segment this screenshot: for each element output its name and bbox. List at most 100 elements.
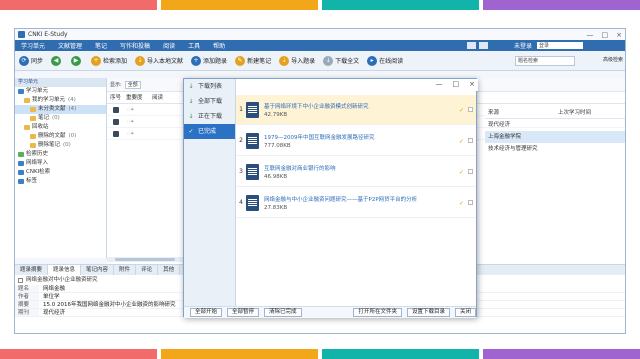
- detail-tab-4[interactable]: 评论: [136, 265, 159, 275]
- bottom-color-stripe: [0, 349, 640, 359]
- select-checkbox[interactable]: [468, 200, 473, 205]
- table-row-right[interactable]: 上海金融学院: [485, 131, 625, 143]
- sidebar-item[interactable]: 未分类文献 (4): [15, 105, 106, 114]
- footer-button-right-1[interactable]: 设置下载目录: [406, 308, 450, 317]
- sidebar-item[interactable]: 检索历史: [15, 150, 106, 159]
- menu-item-writing[interactable]: 写作和投稿: [120, 41, 150, 50]
- select-checkbox[interactable]: [468, 138, 473, 143]
- footer-button-left-1[interactable]: 全部暂停: [227, 308, 260, 317]
- sidebar: 学习单元 学习单元 我的学习单元 (4) 未分类文献 (4) 笔记 (0) 回收站 删除的文献(…: [15, 78, 107, 258]
- toolbar-button-4[interactable]: ↓ 导入本地文献: [135, 55, 183, 66]
- sidebar-item[interactable]: 网络导入: [15, 159, 106, 168]
- field-value[interactable]: 网络金融: [39, 285, 65, 292]
- select-checkbox[interactable]: [468, 169, 473, 174]
- toolbar-button-1[interactable]: ◀: [51, 55, 63, 66]
- field-value[interactable]: 单位学: [39, 293, 60, 300]
- detail-tab-5[interactable]: 其他: [158, 265, 181, 275]
- toolbar-button-7[interactable]: ⇣ 导入题录: [279, 55, 316, 66]
- right-columns-header: 来源 上次学习时间: [485, 107, 625, 119]
- menu-item-read[interactable]: 阅读: [163, 41, 175, 50]
- dialog-controls: — □ ×: [436, 80, 476, 88]
- scroll-thumb[interactable]: [115, 258, 175, 261]
- download-item-size: 46.98KB: [264, 173, 288, 180]
- download-item-index: 3: [239, 168, 243, 175]
- download-item-name[interactable]: 基于网络环境下中小企业融资模式创新研究: [264, 102, 369, 110]
- sidebar-item[interactable]: 笔记 (0): [15, 114, 106, 123]
- toolbar-button-label: 导入题录: [291, 58, 316, 65]
- table-row-right[interactable]: 技术经济与管理研究: [485, 143, 625, 155]
- footer-button-left-0[interactable]: 全部开始: [190, 308, 223, 317]
- detail-tab-3[interactable]: 附件: [114, 265, 137, 275]
- sidebar-item[interactable]: 学习单元: [15, 87, 106, 96]
- download-item-index: 1: [239, 106, 243, 113]
- download-item[interactable]: 2 1979—2009年中国互联网金融发展路径研究 777.08KB ✓: [236, 126, 476, 156]
- dialog-close-icon[interactable]: ×: [469, 80, 475, 88]
- sidebar-item[interactable]: CNKI检索: [15, 168, 106, 177]
- field-value[interactable]: 15.0 2016年我国网络金融对中小企业融资的影响研究: [39, 301, 176, 308]
- detail-tab-2[interactable]: 笔记内容: [81, 265, 115, 275]
- column-header-importance[interactable]: 重要度: [123, 92, 149, 103]
- download-item-index: 4: [239, 199, 243, 206]
- select-checkbox[interactable]: [468, 107, 473, 112]
- download-item-name[interactable]: 互联网金融对商业银行的影响: [264, 164, 336, 172]
- layout-icon[interactable]: [467, 42, 476, 49]
- footer-button-right-0[interactable]: 打开所在文件夹: [353, 308, 402, 317]
- sidebar-item[interactable]: 删除的文献 (0): [15, 132, 106, 141]
- download-item-name[interactable]: 网络金融与中小企业融资问题研究——基于P2P网贷平台的分析: [264, 195, 417, 203]
- toolbar-icon: ✎: [235, 55, 246, 66]
- layout-alt-icon[interactable]: [479, 42, 488, 49]
- sidebar-item[interactable]: 标签: [15, 177, 106, 186]
- footer-button-right-2[interactable]: 关闭: [454, 308, 476, 317]
- download-item[interactable]: 4 网络金融与中小企业融资问题研究——基于P2P网贷平台的分析 27.83KB ✓: [236, 188, 476, 218]
- toolbar-button-5[interactable]: + 添加题录: [191, 55, 227, 66]
- toolbar-button-2[interactable]: ▶: [71, 55, 83, 66]
- menu-item-notes[interactable]: 笔记: [95, 41, 107, 50]
- toolbar-icon: ↓: [135, 55, 146, 66]
- toolbar-button-3[interactable]: + 检索添加: [91, 55, 127, 66]
- folder-icon: [18, 179, 24, 184]
- sidebar-item[interactable]: 回收站: [15, 123, 106, 132]
- table-row-right[interactable]: 现代经济: [485, 119, 625, 131]
- column-header-read[interactable]: 阅读: [149, 92, 169, 103]
- column-header-index[interactable]: 序号: [107, 92, 123, 103]
- sidebar-item-label: 删除笔记: [38, 142, 61, 148]
- toolbar-button-6[interactable]: ✎ 新建笔记: [235, 55, 271, 66]
- toolbar-button-8[interactable]: ↓ 下载全文: [323, 55, 359, 66]
- app-logo-icon: [18, 31, 25, 38]
- download-item[interactable]: 1 基于网络环境下中小企业融资模式创新研究 42.79KB ✓: [236, 95, 476, 125]
- toolbar-icon: +: [91, 55, 102, 66]
- field-value[interactable]: 现代经济: [39, 309, 65, 316]
- menu-item-help[interactable]: 帮助: [213, 41, 225, 50]
- download-item-name[interactable]: 1979—2009年中国互联网金融发展路径研究: [264, 133, 375, 141]
- menu-item-library[interactable]: 文献管理: [58, 41, 82, 50]
- folder-icon: [18, 170, 24, 175]
- minimize-icon[interactable]: —: [587, 31, 594, 39]
- download-nav-item-1[interactable]: ↓ 全部下载: [184, 94, 235, 109]
- download-nav-item-3[interactable]: ✓ 已完成: [184, 124, 235, 139]
- sidebar-item[interactable]: 删除笔记 (0): [15, 141, 106, 150]
- list-filter-dropdown[interactable]: 全部: [124, 80, 141, 89]
- advanced-search-link[interactable]: 高级检索: [603, 56, 623, 63]
- detail-tab-0[interactable]: 题录摘要: [15, 265, 49, 275]
- toolbar-button-9[interactable]: ▸ 在线阅读: [367, 55, 403, 66]
- maximize-icon[interactable]: □: [602, 31, 609, 39]
- menu-item-study[interactable]: 学习单元: [21, 41, 45, 50]
- sidebar-item[interactable]: 我的学习单元 (4): [15, 96, 106, 105]
- detail-checkbox[interactable]: [18, 277, 23, 283]
- close-icon[interactable]: ×: [616, 31, 622, 39]
- document-icon: [246, 163, 259, 180]
- download-item[interactable]: 3 互联网金融对商业银行的影响 46.98KB ✓: [236, 157, 476, 187]
- toolbar-button-0[interactable]: ⟳ 同步: [19, 55, 43, 66]
- dialog-minimize-icon[interactable]: —: [436, 80, 443, 88]
- detail-tab-1[interactable]: 题录信息: [48, 265, 82, 275]
- column-header-source[interactable]: 来源: [485, 107, 555, 118]
- download-list: 1 基于网络环境下中小企业融资模式创新研究 42.79KB ✓ 2 1979—2009年中…: [236, 93, 476, 293]
- footer-button-left-2[interactable]: 清除已完成: [264, 308, 302, 317]
- download-nav-item-2[interactable]: ↓ 正在下载: [184, 109, 235, 124]
- column-header-last-study[interactable]: 上次学习时间: [555, 107, 625, 118]
- menu-item-tools[interactable]: 工具: [188, 41, 200, 50]
- dialog-maximize-icon[interactable]: □: [453, 80, 460, 88]
- toolbar-icon: ↓: [323, 55, 334, 66]
- login-box[interactable]: 登录: [537, 42, 583, 49]
- search-input[interactable]: 题名检索: [515, 56, 575, 66]
